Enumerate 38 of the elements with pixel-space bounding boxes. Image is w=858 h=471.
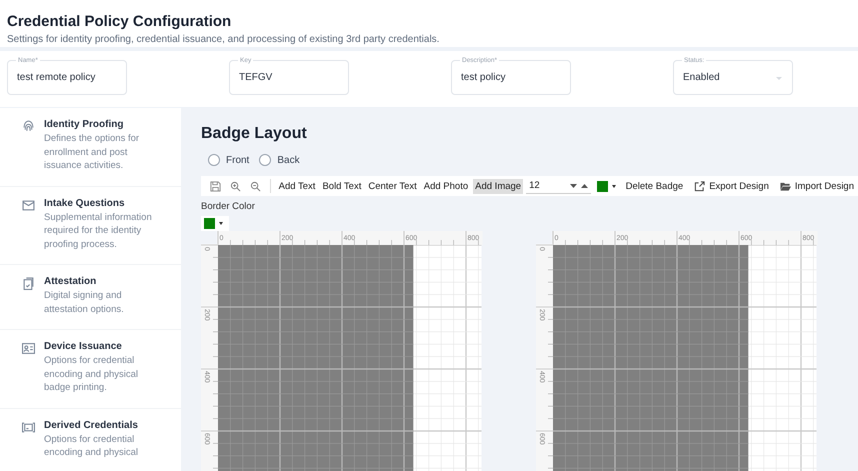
tool-button[interactable]: Add Photo [422,178,470,194]
item-description: Supplemental information required for the identity proofing process. [44,210,153,251]
item-title: Identity Proofing [44,119,124,130]
mail-icon [22,198,35,212]
page-title: Credential Policy Configuration [7,13,232,30]
font-size-field[interactable]: 12 [526,178,591,194]
tool-button[interactable]: Add Text [276,178,318,194]
id-card-icon [22,342,35,355]
tool-button[interactable]: Center Text [366,178,419,194]
border-color-picker[interactable] [201,216,229,231]
stepper-arrows-icon[interactable] [570,182,588,188]
item-title: Intake Questions [44,198,126,208]
item-description: Defines the options for enrollment and post issuance activities. [44,132,140,172]
export-icon [694,180,706,192]
badge-area[interactable] [553,245,748,471]
item-title: Derived Credentials [44,420,139,430]
tool-button[interactable]: Add Image [473,178,524,194]
folder-icon [780,180,791,192]
delete-button[interactable]: Delete Badge [622,180,688,192]
fingerprint-icon [22,120,35,133]
item-title: Attestation [44,276,98,287]
item-title: Device Issuance [44,341,123,352]
radio-button[interactable] [259,154,272,166]
border-color-label: Border Color [201,201,255,212]
tool-button[interactable]: Bold Text [320,178,364,194]
page-subtitle: Settings for identity proofing, credential issuance, and processing of existing 3rd party credentials. [7,34,440,45]
badge-area[interactable] [218,245,414,471]
radio-button[interactable] [208,154,220,166]
radio-label: Front [226,154,250,166]
item-description: Digital signing and attestation options. [44,289,125,316]
clipboard-check-icon [22,277,35,290]
item-description: Options for credential encoding and physical badge printing. [44,354,140,394]
card-icon [22,420,35,434]
radio-label: Back [277,154,300,166]
import-button[interactable]: Import Design [776,180,858,192]
item-description: Options for credential encoding and physical [44,432,140,460]
section-title: Badge Layout [201,125,308,143]
export-button[interactable]: Export Design [690,180,773,192]
